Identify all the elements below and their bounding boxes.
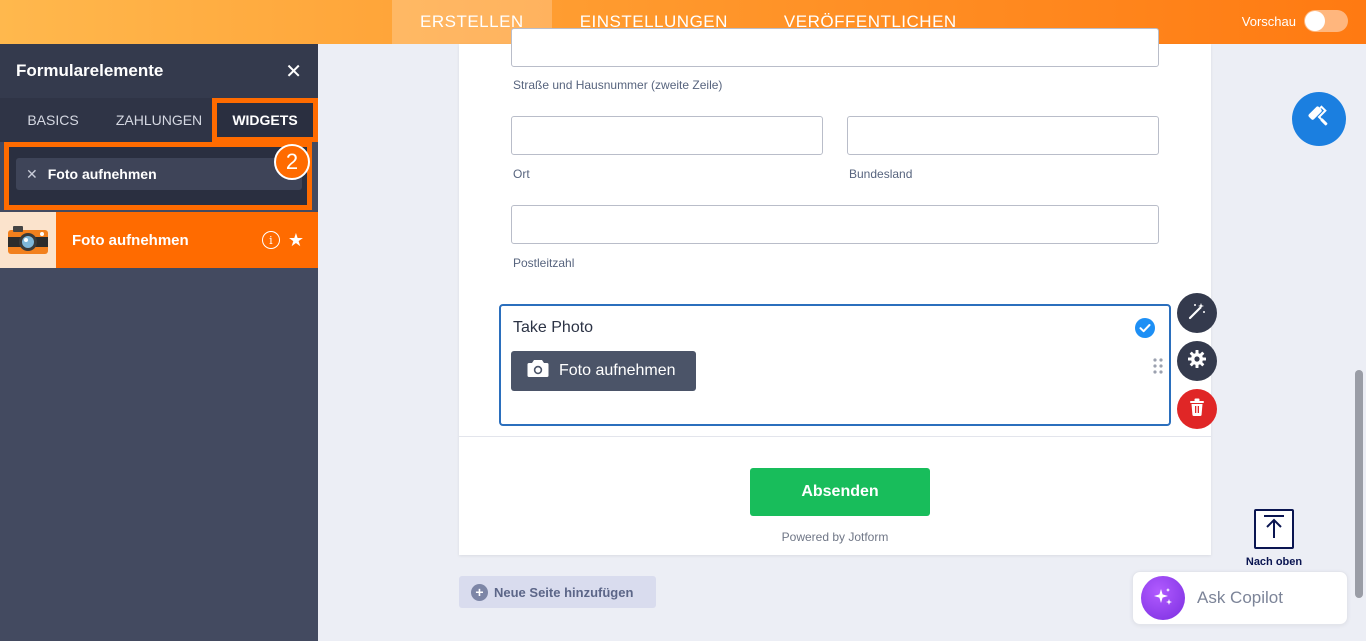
form-designer-button[interactable] [1292,92,1346,146]
add-page-label: Neue Seite hinzufügen [494,584,634,600]
camera-icon [0,212,56,268]
form-elements-sidebar: Formularelemente ✕ BASICS ZAHLUNGEN WIDG… [0,44,318,641]
star-icon[interactable]: ★ [288,230,304,251]
preview-label: Vorschau [1241,13,1296,29]
zip-input[interactable] [511,205,1159,244]
sparkle-icon [1141,576,1185,620]
ask-copilot-button[interactable]: Ask Copilot [1132,571,1348,625]
submit-button[interactable]: Absenden [750,468,930,516]
back-to-top-label: Nach oben [1245,556,1303,568]
search-highlight: ✕ 2 [4,142,312,210]
widget-search: ✕ [16,158,302,190]
state-label: Bundesland [849,167,913,181]
delete-button[interactable] [1177,389,1217,429]
ask-copilot-label: Ask Copilot [1197,588,1283,607]
sidebar-tabs: BASICS ZAHLUNGEN WIDGETS [0,98,318,142]
sidebar-header: Formularelemente ✕ [0,44,318,98]
toggle-knob [1305,11,1325,31]
info-icon[interactable]: i [261,231,280,249]
add-page-button[interactable]: + Neue Seite hinzufügen [459,576,656,608]
trash-icon [1189,398,1205,421]
street2-label: Straße und Hausnummer (zweite Zeile) [513,78,723,92]
plus-icon: + [471,583,488,601]
gear-icon [1187,349,1207,374]
preview-control: Vorschau [1242,10,1348,32]
state-input[interactable] [847,116,1159,155]
check-icon [1135,318,1155,338]
widget-result-item[interactable]: Foto aufnehmen i ★ [0,212,318,268]
step-badge: 2 [274,144,310,180]
zip-label: Postleitzahl [513,256,575,270]
take-photo-button-label: Foto aufnehmen [559,362,676,379]
street2-input[interactable] [511,28,1159,67]
city-input[interactable] [511,116,823,155]
magic-wand-button[interactable] [1177,293,1217,333]
clear-search-icon[interactable]: ✕ [26,166,38,183]
close-icon[interactable]: ✕ [285,59,302,84]
paint-roller-icon [1306,104,1332,135]
powered-by: Powered by Jotform [781,530,889,544]
tab-basics[interactable]: BASICS [0,98,106,142]
tab-widgets[interactable]: WIDGETS [212,98,318,142]
widget-result-label: Foto aufnehmen [72,231,189,249]
back-to-top-button[interactable] [1254,509,1294,549]
sidebar-title: Formularelemente [16,61,164,80]
arrow-up-icon [1262,514,1286,545]
city-label: Ort [513,167,530,181]
form-card: Straße und Hausnummer (zweite Zeile) Ort… [459,28,1211,555]
scrollbar-thumb[interactable] [1355,370,1363,598]
take-photo-button[interactable]: Foto aufnehmen [511,351,696,391]
settings-button[interactable] [1177,341,1217,381]
divider [459,436,1211,437]
camera-icon [527,359,549,383]
search-input[interactable] [47,166,268,182]
take-photo-title: Take Photo [513,319,594,336]
drag-handle-icon[interactable] [1153,358,1163,374]
take-photo-field[interactable]: Take Photo Foto aufnehmen [499,304,1171,426]
page-scrollbar[interactable] [1353,44,1366,641]
magic-wand-icon [1187,301,1207,326]
preview-toggle[interactable] [1304,10,1348,32]
tab-zahlungen[interactable]: ZAHLUNGEN [106,98,212,142]
